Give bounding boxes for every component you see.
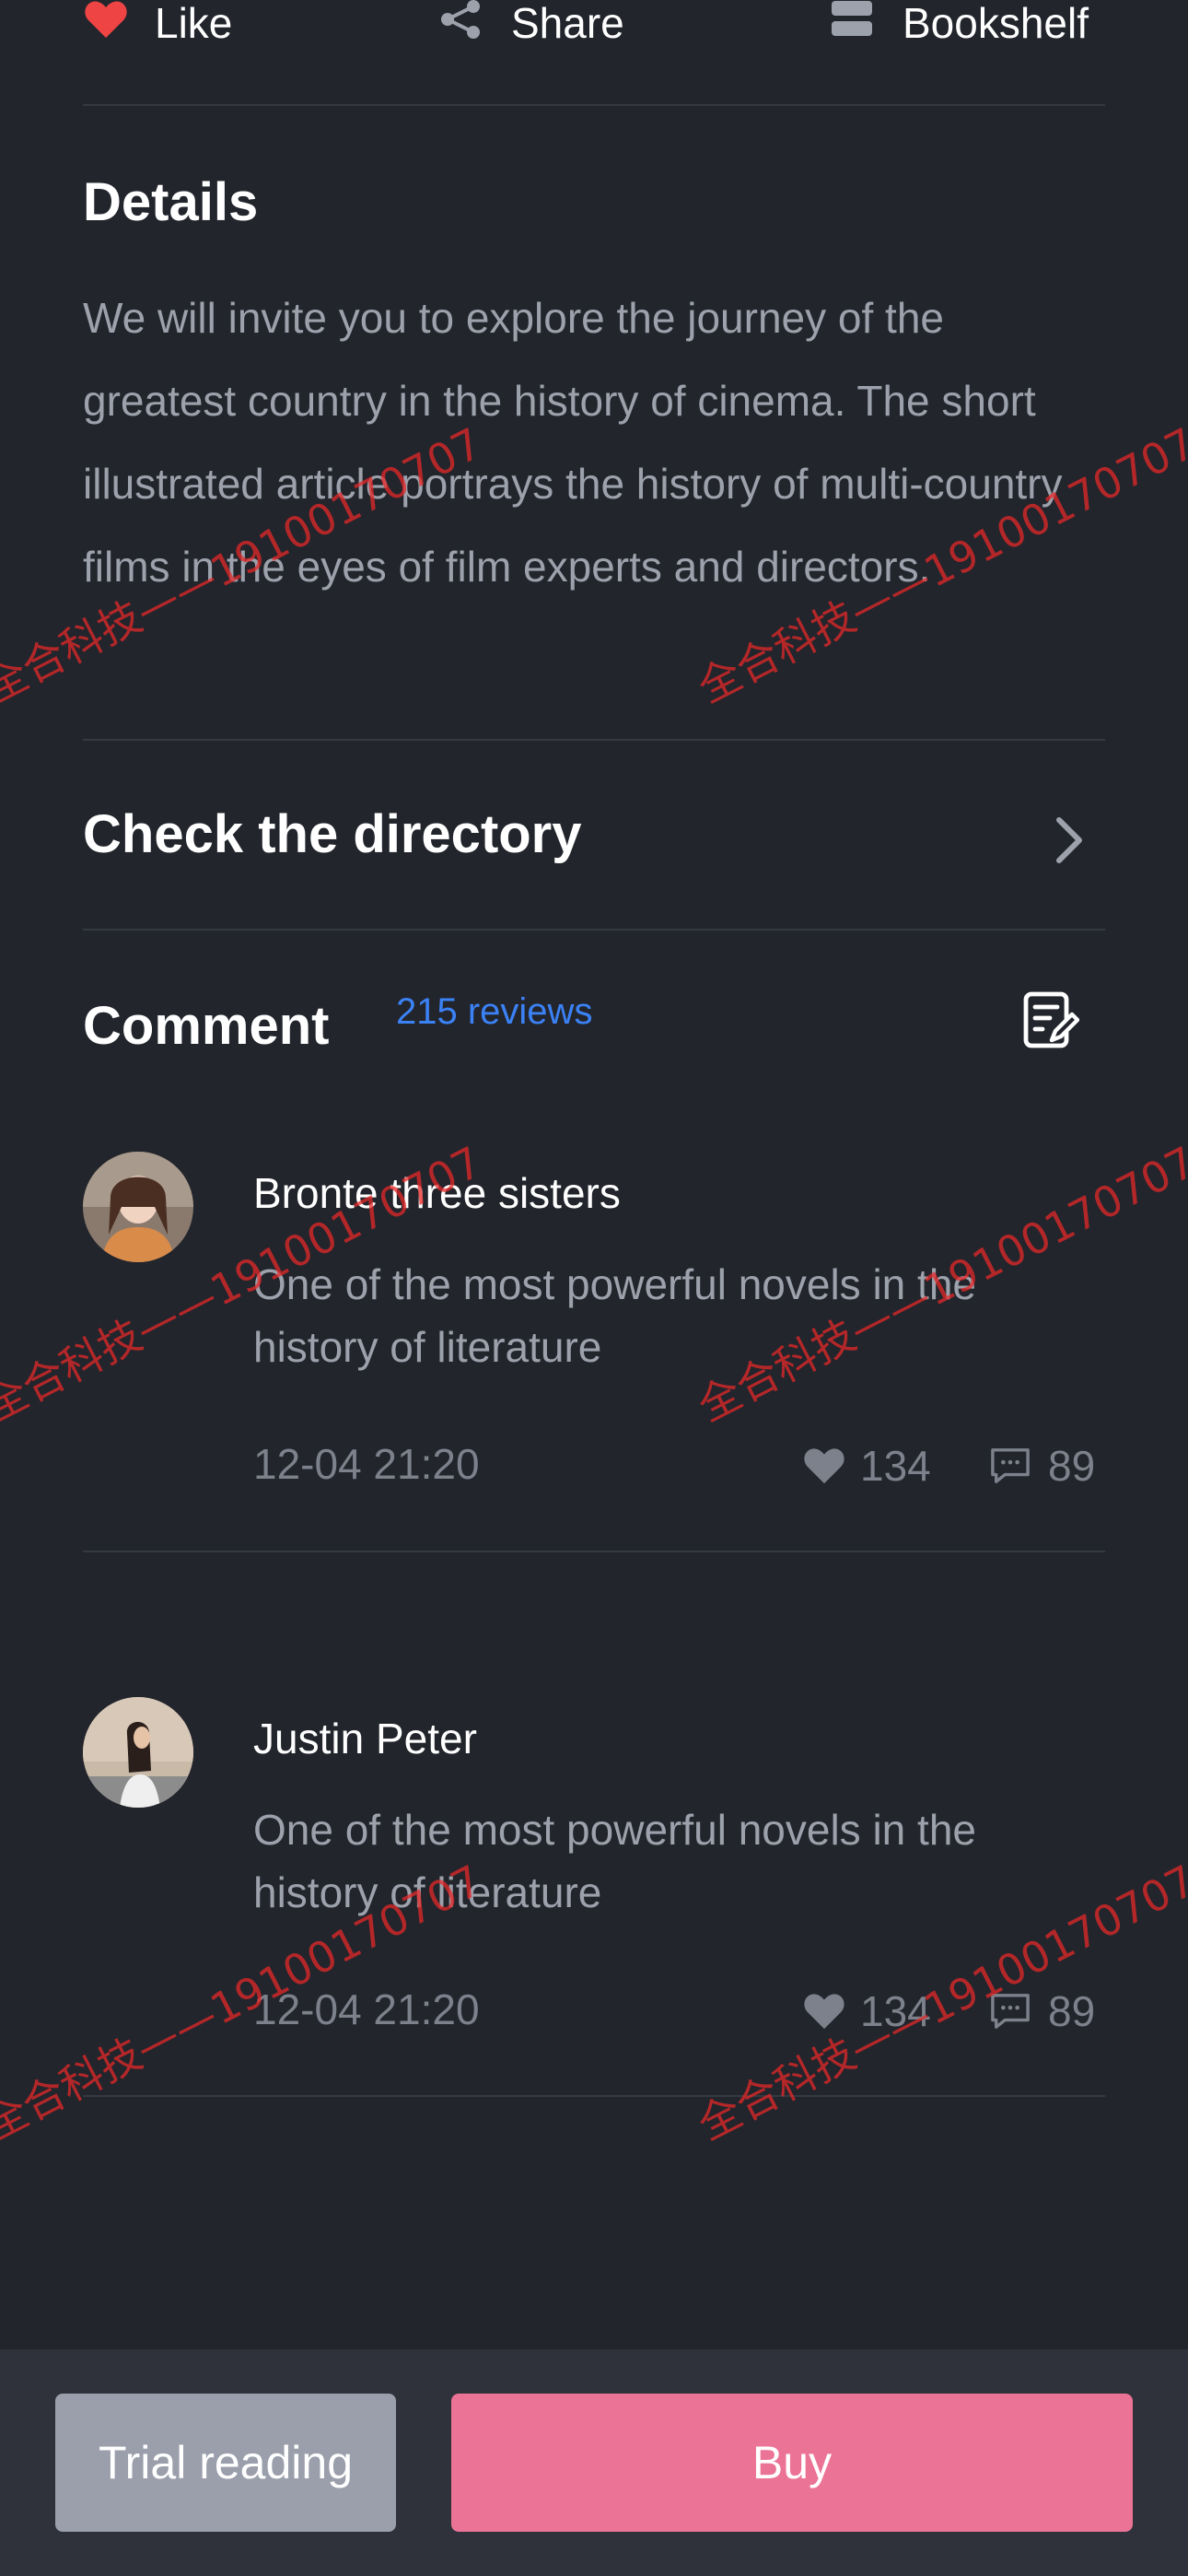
like-count: 134	[860, 1442, 931, 1490]
bookshelf-label: Bookshelf	[903, 0, 1089, 47]
avatar[interactable]	[83, 1697, 193, 1808]
write-comment-icon[interactable]	[1020, 990, 1079, 1049]
directory-title: Check the directory	[83, 804, 582, 864]
share-button[interactable]: Share	[437, 0, 624, 46]
divider	[83, 739, 1105, 741]
comment-title: Comment	[83, 996, 330, 1056]
bookshelf-button[interactable]: Bookshelf	[829, 0, 1089, 46]
comment-like-button[interactable]: 134	[803, 1986, 931, 2036]
like-button[interactable]: Like	[83, 0, 232, 46]
heart-icon	[804, 1994, 844, 2030]
speech-bubble-icon	[991, 1994, 1030, 2029]
heart-icon	[85, 1, 127, 39]
comment-text: One of the most powerful novels in the h…	[253, 1260, 976, 1371]
trial-reading-button[interactable]: Trial reading	[55, 2394, 396, 2532]
divider	[83, 104, 1105, 106]
bookshelf-icon	[832, 1, 872, 36]
heart-icon	[804, 1448, 844, 1484]
comment-like-button[interactable]: 134	[803, 1441, 931, 1491]
share-label: Share	[511, 0, 624, 47]
comment-time: 12-04 21:20	[253, 1440, 480, 1488]
details-title: Details	[83, 172, 259, 232]
avatar[interactable]	[83, 1152, 193, 1262]
reviews-link[interactable]: 215 reviews	[396, 991, 592, 1033]
comment-reply-button[interactable]: 89	[989, 1986, 1095, 2036]
reply-count: 89	[1048, 1442, 1096, 1490]
share-icon	[441, 0, 480, 39]
like-label: Like	[155, 0, 233, 47]
details-body: We will invite you to explore the journe…	[83, 294, 1063, 591]
buy-button[interactable]: Buy	[451, 2394, 1133, 2532]
comment-text: One of the most powerful novels in the h…	[253, 1806, 976, 1916]
commenter-name[interactable]: Bronte three sisters	[253, 1168, 621, 1218]
comment-time: 12-04 21:20	[253, 1985, 480, 2033]
divider	[83, 2095, 1105, 2097]
reply-count: 89	[1048, 1987, 1096, 2035]
speech-bubble-icon	[991, 1448, 1030, 1483]
like-count: 134	[860, 1987, 931, 2035]
divider	[83, 929, 1105, 931]
divider	[83, 1551, 1105, 1552]
directory-row[interactable]: Check the directory	[83, 765, 1105, 903]
commenter-name[interactable]: Justin Peter	[253, 1714, 477, 1763]
comment-reply-button[interactable]: 89	[989, 1441, 1095, 1491]
chevron-right-icon	[1056, 817, 1082, 863]
